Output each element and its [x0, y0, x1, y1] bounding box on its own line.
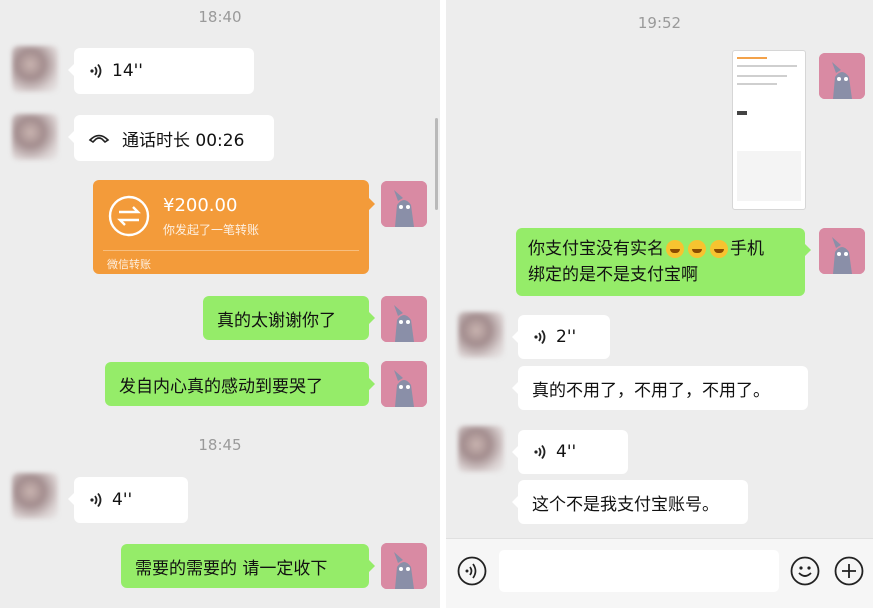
voice-message[interactable]: 4''	[512, 430, 628, 474]
my-avatar[interactable]	[381, 543, 427, 589]
call-record-message[interactable]: 通话时长 00:26	[68, 115, 274, 161]
transfer-card[interactable]: ¥200.00 你发起了一笔转账 微信转账	[93, 180, 375, 274]
timestamp: 19:52	[637, 14, 682, 32]
voice-icon	[90, 63, 102, 79]
phone-call-icon	[88, 134, 110, 144]
divider	[103, 250, 359, 251]
transfer-icon	[108, 195, 150, 237]
message-text: 发自内心真的感动到要哭了	[119, 376, 323, 397]
scrollbar[interactable]	[435, 118, 438, 210]
message-text: 需要的需要的 请一定收下	[135, 558, 328, 579]
message-text: 真的太谢谢你了	[217, 310, 336, 331]
voice-duration: 4''	[112, 490, 133, 510]
transfer-source: 微信转账	[107, 258, 151, 271]
sent-message[interactable]: 发自内心真的感动到要哭了	[105, 362, 375, 406]
my-avatar[interactable]	[381, 296, 427, 342]
voice-message[interactable]: 2''	[512, 315, 610, 359]
voice-message[interactable]: 4''	[68, 477, 188, 523]
my-avatar[interactable]	[819, 53, 865, 99]
transfer-amount: ¥200.00	[163, 195, 238, 216]
voice-duration: 4''	[556, 442, 577, 462]
voice-duration: 14''	[112, 61, 143, 81]
sent-message[interactable]: 真的太谢谢你了	[203, 296, 375, 340]
screenshot-image-message[interactable]	[732, 50, 806, 210]
cat-avatar-icon	[819, 228, 865, 274]
contact-avatar[interactable]	[12, 114, 58, 160]
timestamp: 18:45	[198, 436, 242, 454]
chat-panel-left: 18:40 14'' 通话时长 00:26 ¥200.00 你发起了一笔转账 微…	[0, 0, 440, 608]
voice-icon	[534, 329, 546, 345]
sent-message[interactable]: 需要的需要的 请一定收下	[121, 544, 375, 588]
emoji-icon[interactable]	[790, 556, 820, 586]
emoji-laugh-icon	[688, 240, 706, 258]
call-duration: 通话时长 00:26	[122, 130, 245, 151]
voice-icon	[90, 492, 102, 508]
emoji-laugh-icon	[710, 240, 728, 258]
cat-avatar-icon	[381, 181, 427, 227]
received-message[interactable]: 真的不用了，不用了，不用了。	[512, 366, 808, 410]
contact-avatar[interactable]	[12, 46, 58, 92]
sent-message[interactable]: 你支付宝没有实名 手机 绑定的是不是支付宝啊	[516, 228, 811, 296]
message-input[interactable]	[499, 550, 779, 592]
cat-avatar-icon	[381, 296, 427, 342]
cat-avatar-icon	[381, 543, 427, 589]
my-avatar[interactable]	[819, 228, 865, 274]
contact-avatar[interactable]	[458, 312, 504, 358]
message-text: 这个不是我支付宝账号。	[532, 494, 719, 515]
my-avatar[interactable]	[381, 181, 427, 227]
contact-avatar[interactable]	[12, 473, 58, 519]
timestamp: 18:40	[198, 8, 242, 26]
plus-icon[interactable]	[834, 556, 864, 586]
chat-input-bar	[446, 538, 873, 608]
cat-avatar-icon	[381, 361, 427, 407]
cat-avatar-icon	[819, 53, 865, 99]
keypad-thumbnail	[737, 151, 801, 201]
message-text: 你支付宝没有实名	[528, 239, 664, 259]
received-message[interactable]: 这个不是我支付宝账号。	[512, 480, 748, 524]
voice-icon	[534, 444, 546, 460]
voice-message[interactable]: 14''	[68, 48, 254, 94]
contact-avatar[interactable]	[458, 426, 504, 472]
message-text: 手机	[730, 239, 764, 259]
emoji-laugh-icon	[666, 240, 684, 258]
voice-input-icon[interactable]	[457, 556, 487, 586]
message-text: 真的不用了，不用了，不用了。	[532, 380, 770, 401]
my-avatar[interactable]	[381, 361, 427, 407]
transfer-description: 你发起了一笔转账	[163, 223, 260, 237]
message-text: 绑定的是不是支付宝啊	[528, 265, 698, 285]
voice-duration: 2''	[556, 327, 577, 347]
